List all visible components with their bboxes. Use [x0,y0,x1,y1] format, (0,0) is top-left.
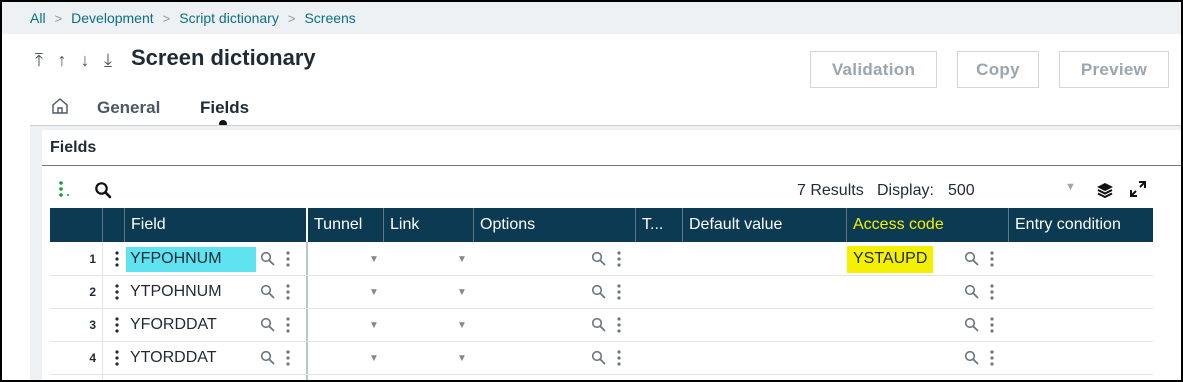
breadcrumb-screens[interactable]: Screens [304,10,355,26]
row-menu-icon[interactable] [115,284,119,300]
tab-fields[interactable]: Fields [200,98,249,118]
search-icon[interactable] [94,181,112,199]
search-icon[interactable] [260,317,275,332]
search-icon[interactable] [591,251,606,266]
next-record-icon[interactable]: ↓ [78,50,92,71]
header-row-menu [102,208,124,242]
tunnel-dropdown-icon[interactable]: ▼ [369,353,379,364]
validation-button[interactable]: Validation [810,51,937,88]
search-icon[interactable] [260,251,275,266]
breadcrumb-development[interactable]: Development [71,10,154,26]
link-dropdown-icon[interactable]: ▼ [457,353,467,364]
tunnel-dropdown-icon[interactable]: ▼ [369,287,379,298]
options-menu-icon[interactable] [617,284,621,300]
field-options-icon[interactable] [286,317,290,333]
access-code-options-icon[interactable] [990,251,994,267]
field-cell[interactable]: YFPOHNUM [130,250,222,268]
row-number: 4 [89,351,96,365]
header-link[interactable]: Link [383,208,473,242]
header-options[interactable]: Options [473,208,635,242]
preview-button[interactable]: Preview [1059,51,1169,88]
field-cell[interactable]: YFORDDAT [130,316,217,334]
row-menu-icon[interactable] [115,350,119,366]
search-icon[interactable] [964,350,979,365]
access-code-options-icon[interactable] [990,317,994,333]
section-divider [42,165,1181,166]
layers-icon[interactable] [1096,181,1114,199]
copy-button[interactable]: Copy [957,51,1039,88]
last-record-icon[interactable]: ⤓ [101,50,115,71]
first-record-icon[interactable]: ⤒ [32,50,46,71]
search-icon[interactable] [591,317,606,332]
breadcrumb: All > Development > Script dictionary > … [2,2,1181,34]
header-entry-condition[interactable]: Entry condition [1008,208,1153,242]
header-access-code[interactable]: Access code [846,208,1008,242]
field-options-icon[interactable] [286,251,290,267]
field-options-icon[interactable] [286,350,290,366]
dropdown-caret-icon[interactable]: ▼ [1065,181,1076,193]
options-menu-icon[interactable] [617,251,621,267]
screen-frame: All > Development > Script dictionary > … [0,0,1183,382]
link-dropdown-icon[interactable]: ▼ [457,287,467,298]
search-icon[interactable] [964,284,979,299]
row-number: 3 [89,318,96,332]
search-icon[interactable] [260,284,275,299]
header-field[interactable]: Field [124,208,306,242]
tunnel-dropdown-icon[interactable]: ▼ [369,254,379,265]
search-icon[interactable] [591,350,606,365]
grid-menu-icon[interactable] [57,180,71,198]
options-menu-icon[interactable] [617,317,621,333]
chevron-right-icon: > [54,10,63,26]
expand-icon[interactable] [1129,180,1147,198]
previous-record-icon[interactable]: ↑ [55,50,69,71]
link-dropdown-icon[interactable]: ▼ [457,320,467,331]
home-icon[interactable] [50,96,70,116]
search-icon[interactable] [260,350,275,365]
header-default-value[interactable]: Default value [682,208,846,242]
access-code-cell[interactable]: YSTAUPD [853,250,927,268]
breadcrumb-all[interactable]: All [30,10,46,26]
access-code-options-icon[interactable] [990,284,994,300]
results-count: 7 Results [797,182,864,199]
breadcrumb-script-dictionary[interactable]: Script dictionary [179,10,279,26]
row-menu-icon[interactable] [115,317,119,333]
header-tunnel[interactable]: Tunnel [306,208,383,242]
chevron-right-icon: > [287,10,296,26]
field-cell[interactable]: YTPOHNUM [130,283,222,301]
record-navigation: ⤒ ↑ ↓ ⤓ [32,50,115,71]
row-number: 2 [89,285,96,299]
tunnel-dropdown-icon[interactable]: ▼ [369,320,379,331]
page-title: Screen dictionary [131,45,316,70]
search-icon[interactable] [964,251,979,266]
section-title: Fields [50,139,97,156]
search-icon[interactable] [964,317,979,332]
options-menu-icon[interactable] [617,350,621,366]
field-options-icon[interactable] [286,284,290,300]
access-code-options-icon[interactable] [990,350,994,366]
header-row-number [50,208,102,242]
chevron-right-icon: > [162,10,171,26]
row-menu-icon[interactable] [115,251,119,267]
header-t[interactable]: T... [635,208,682,242]
display-select[interactable]: 500 [948,182,975,200]
tab-general[interactable]: General [97,98,160,118]
link-dropdown-icon[interactable]: ▼ [457,254,467,265]
field-cell[interactable]: YTORDDAT [130,349,217,367]
row-number: 1 [89,252,96,266]
display-label: Display: [877,182,934,199]
search-icon[interactable] [591,284,606,299]
